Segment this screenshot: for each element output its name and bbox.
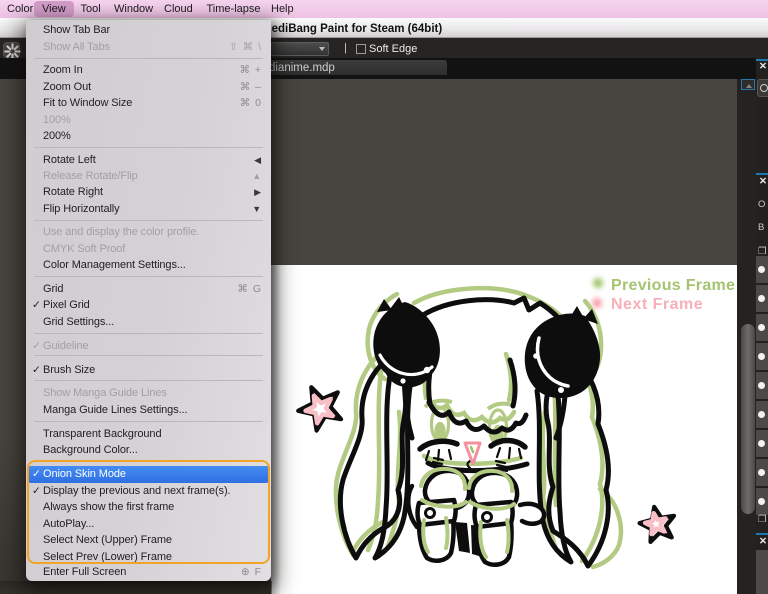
svg-text:Next Frame: Next Frame: [611, 296, 703, 313]
svg-text:Previous Frame: Previous Frame: [611, 277, 735, 294]
